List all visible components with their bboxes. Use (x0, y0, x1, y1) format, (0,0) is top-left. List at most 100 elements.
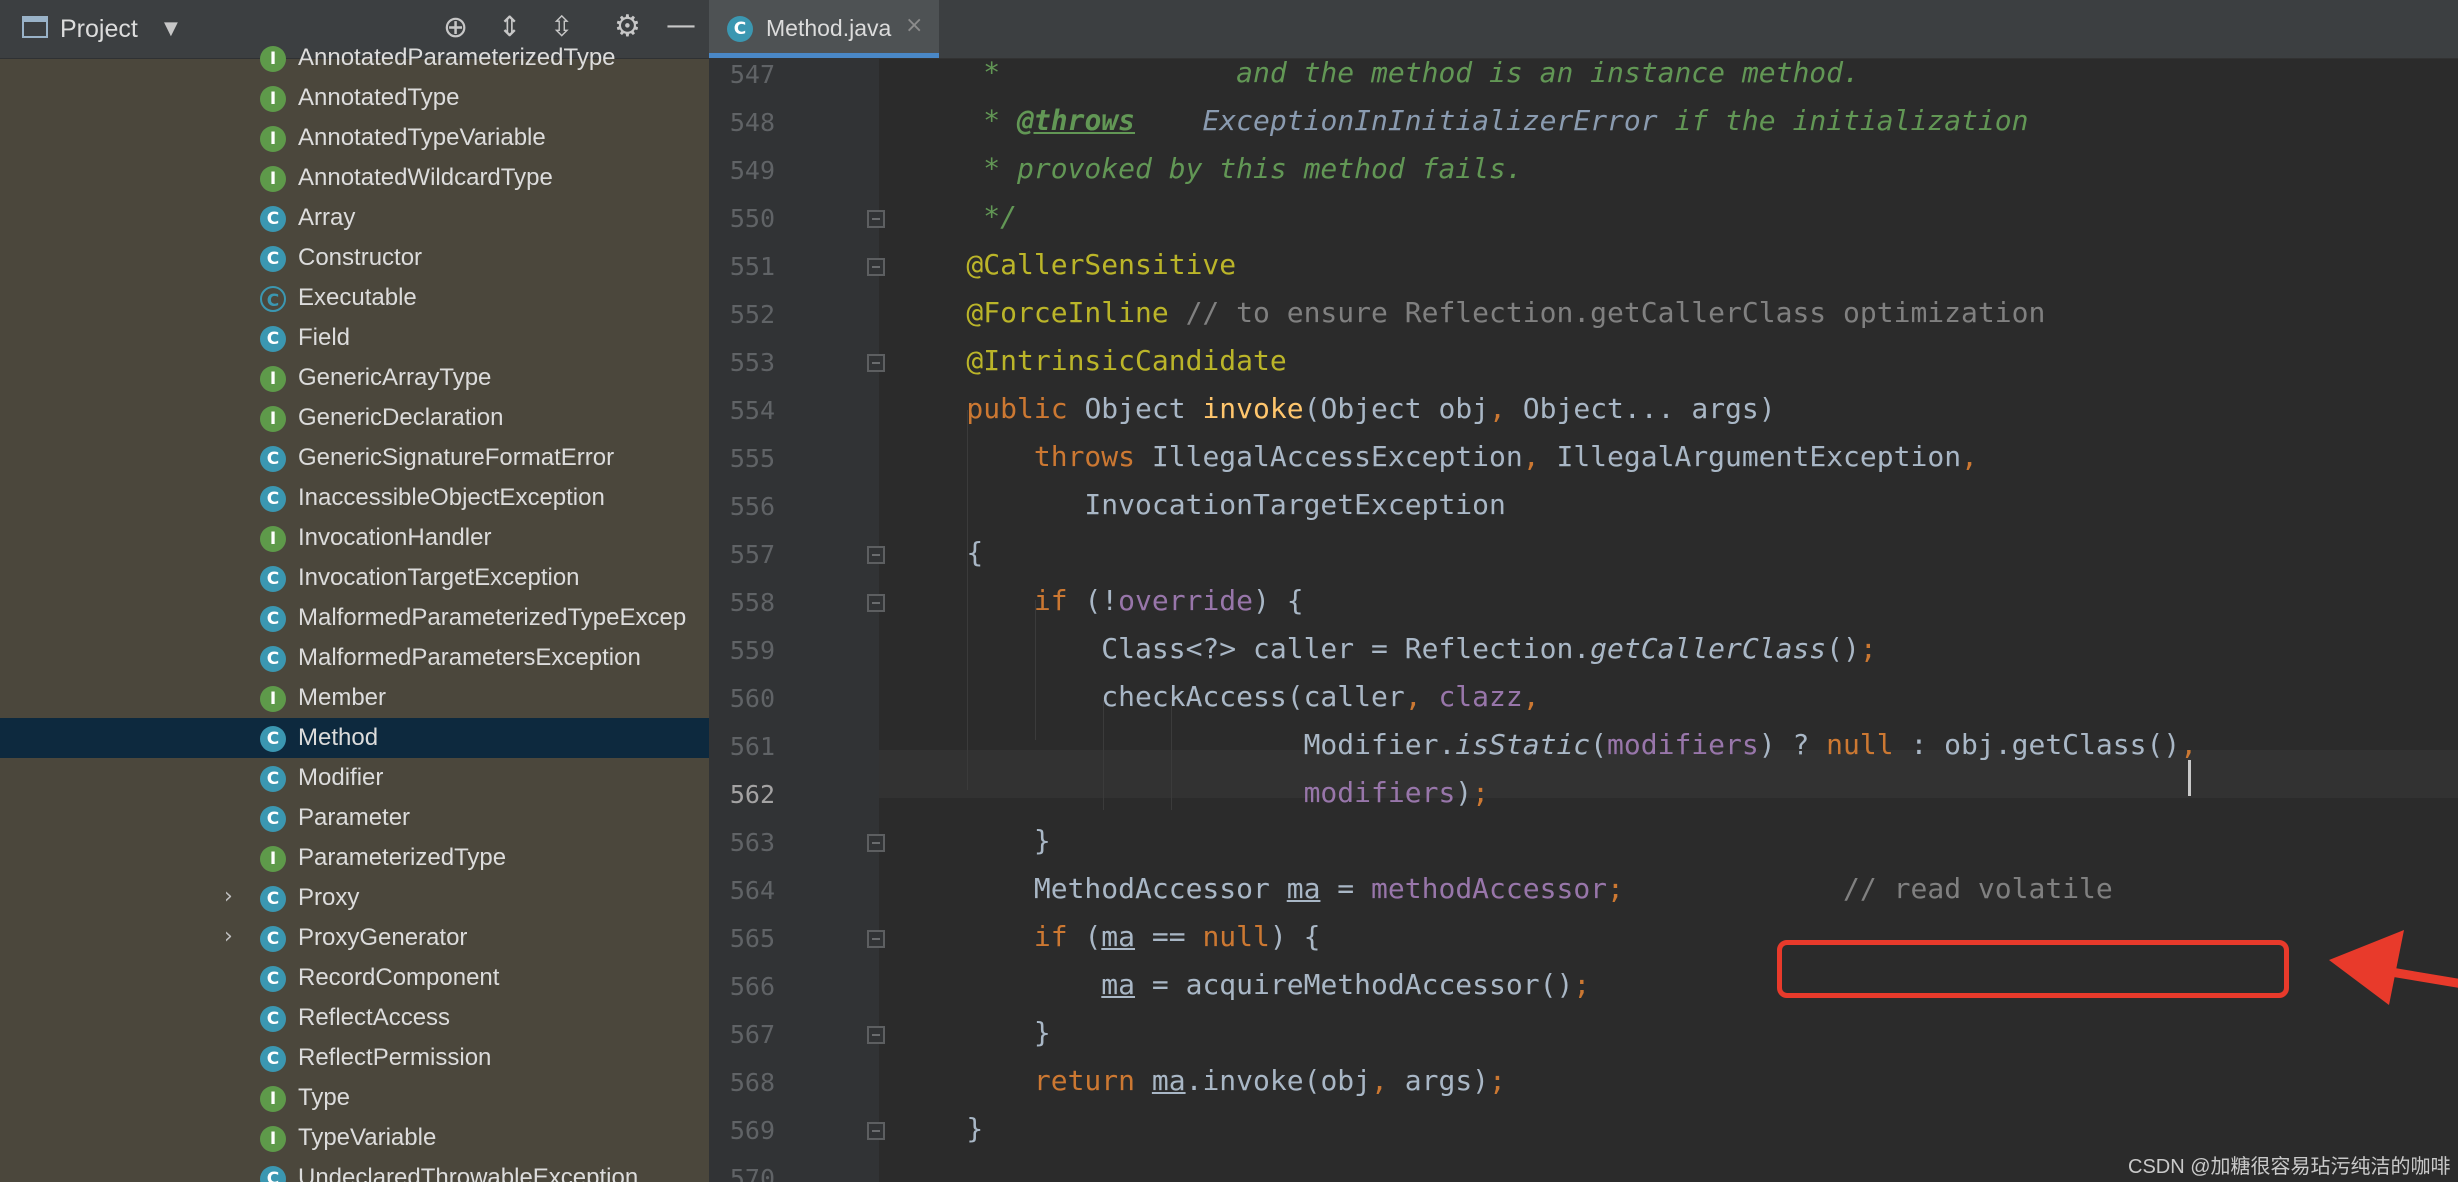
fold-marker-icon[interactable] (867, 1122, 885, 1140)
tree-item-type[interactable]: I Type (0, 1078, 709, 1118)
code-line[interactable]: InvocationTargetException (899, 488, 1505, 521)
java-class-icon: C (727, 16, 753, 42)
interface-icon: I (260, 526, 286, 552)
interface-icon: I (260, 686, 286, 712)
code-line[interactable]: MethodAccessor ma = methodAccessor; // r… (899, 872, 2113, 905)
line-number: 551 (729, 252, 775, 281)
tree-item-reflectaccess[interactable]: C ReflectAccess (0, 998, 709, 1038)
tree-item-annotatedtype[interactable]: I AnnotatedType (0, 78, 709, 118)
line-number: 549 (729, 156, 775, 185)
code-line[interactable]: Modifier.isStatic(modifiers) ? null : ob… (899, 728, 2197, 761)
tree-item-executable[interactable]: C Executable (0, 278, 709, 318)
class-icon: C (260, 806, 286, 832)
tree-item-typevariable[interactable]: I TypeVariable (0, 1118, 709, 1158)
close-icon[interactable]: × (905, 13, 923, 38)
tree-item-reflectpermission[interactable]: C ReflectPermission (0, 1038, 709, 1078)
interface-icon: I (260, 86, 286, 112)
class-icon: C (260, 206, 286, 232)
tab-method-java[interactable]: C Method.java × (709, 0, 939, 58)
code-line[interactable]: @CallerSensitive (899, 248, 1236, 281)
tree-item-genericdeclaration[interactable]: I GenericDeclaration (0, 398, 709, 438)
tree-item-annotatedwildcardtype[interactable]: I AnnotatedWildcardType (0, 158, 709, 198)
fold-marker-icon[interactable] (867, 930, 885, 948)
fold-marker-icon[interactable] (867, 834, 885, 852)
code-line[interactable]: * @throws ExceptionInInitializerError if… (899, 104, 2028, 137)
tree-item-label: AnnotatedTypeVariable (298, 124, 546, 151)
chevron-right-icon[interactable]: › (224, 924, 233, 949)
tree-item-parameter[interactable]: C Parameter (0, 798, 709, 838)
indent-guide (1171, 700, 1172, 810)
tree-item-invocationtargetexception[interactable]: C InvocationTargetException (0, 558, 709, 598)
code-line[interactable]: if (ma == null) { (899, 920, 1321, 953)
indent-guide (967, 410, 968, 790)
tree-item-proxy[interactable]: › C Proxy (0, 878, 709, 918)
tree-item-inaccessibleobjectexception[interactable]: C InaccessibleObjectException (0, 478, 709, 518)
fold-marker-icon[interactable] (867, 354, 885, 372)
tree-item-label: Modifier (298, 764, 384, 791)
tree-item-annotatedtypevariable[interactable]: I AnnotatedTypeVariable (0, 118, 709, 158)
code-line[interactable]: Class<?> caller = Reflection.getCallerCl… (899, 632, 1876, 665)
tree-item-genericarraytype[interactable]: I GenericArrayType (0, 358, 709, 398)
tree-item-invocationhandler[interactable]: I InvocationHandler (0, 518, 709, 558)
code-line[interactable]: { (899, 536, 983, 569)
tree-item-constructor[interactable]: C Constructor (0, 238, 709, 278)
fold-marker-icon[interactable] (867, 594, 885, 612)
tree-item-label: InaccessibleObjectException (298, 484, 605, 511)
tree-item-malformedparametersexception[interactable]: C MalformedParametersException (0, 638, 709, 678)
code-line[interactable]: } (899, 1016, 1051, 1049)
code-line[interactable]: if (!override) { (899, 584, 1304, 617)
code-line[interactable]: } (899, 1112, 983, 1145)
dropdown-icon[interactable]: ▼ (164, 18, 178, 39)
line-number: 557 (729, 540, 775, 569)
class-icon: C (260, 926, 286, 952)
tree-item-modifier[interactable]: C Modifier (0, 758, 709, 798)
fold-marker-icon[interactable] (867, 546, 885, 564)
line-number: 562 (729, 780, 775, 809)
tree-item-method[interactable]: C Method (0, 718, 709, 758)
tree-item-undeclaredthrowableexception[interactable]: C UndeclaredThrowableException (0, 1158, 709, 1182)
tree-item-label: Constructor (298, 244, 423, 271)
code-line[interactable]: */ (899, 200, 1017, 233)
fold-marker-icon[interactable] (867, 258, 885, 276)
code-line[interactable]: @ForceInline // to ensure Reflection.get… (899, 296, 2045, 329)
code-line[interactable]: throws IllegalAccessException, IllegalAr… (899, 440, 1978, 473)
class-icon: C (260, 246, 286, 272)
chevron-right-icon[interactable]: › (224, 884, 233, 909)
tree-item-label: GenericArrayType (298, 364, 492, 391)
code-line[interactable]: } (899, 824, 1051, 857)
tree-item-label: MalformedParametersException (298, 644, 641, 671)
project-window-icon[interactable] (22, 16, 48, 38)
class-icon: C (260, 886, 286, 912)
tree-item-parameterizedtype[interactable]: I ParameterizedType (0, 838, 709, 878)
tree-item-proxygenerator[interactable]: › C ProxyGenerator (0, 918, 709, 958)
code-line[interactable]: public Object invoke(Object obj, Object.… (899, 392, 1775, 425)
tree-item-label: AnnotatedWildcardType (298, 164, 553, 191)
tree-item-member[interactable]: I Member (0, 678, 709, 718)
tree-item-malformedparameterizedtypeexcep[interactable]: C MalformedParameterizedTypeExcep (0, 598, 709, 638)
watermark: CSDN @加糖很容易玷污纯洁的咖啡 (2128, 1156, 2451, 1178)
code-line[interactable]: ma = acquireMethodAccessor(); (899, 968, 1590, 1001)
tree-item-field[interactable]: C Field (0, 318, 709, 358)
code-line[interactable]: @IntrinsicCandidate (899, 344, 1286, 377)
tree-item-recordcomponent[interactable]: C RecordComponent (0, 958, 709, 998)
red-arrow-annotation (2329, 930, 2458, 1005)
fold-marker-icon[interactable] (867, 210, 885, 228)
code-editor[interactable]: C Method.java × 547 * and the method is … (709, 0, 2458, 1182)
code-line[interactable]: modifiers); (899, 776, 1489, 809)
tree-item-array[interactable]: C Array (0, 198, 709, 238)
fold-marker-icon[interactable] (867, 1026, 885, 1044)
code-line[interactable]: return ma.invoke(obj, args); (899, 1064, 1506, 1097)
line-number: 555 (729, 444, 775, 473)
tree-item-genericsignatureformaterror[interactable]: C GenericSignatureFormatError (0, 438, 709, 478)
tree-item-label: Array (298, 204, 356, 231)
code-line[interactable]: * and the method is an instance method. (899, 56, 1860, 89)
tree-item-label: Executable (298, 284, 417, 311)
tab-label: Method.java (766, 15, 892, 41)
line-number: 569 (729, 1116, 775, 1145)
tree-item-annotatedparameterizedtype[interactable]: I AnnotatedParameterizedType (0, 38, 709, 78)
tree-item-label: AnnotatedParameterizedType (298, 44, 616, 71)
tree-item-label: AnnotatedType (298, 84, 460, 111)
code-line[interactable]: * provoked by this method fails. (899, 152, 1522, 185)
code-line[interactable]: checkAccess(caller, clazz, (899, 680, 1539, 713)
line-number: 565 (729, 924, 775, 953)
